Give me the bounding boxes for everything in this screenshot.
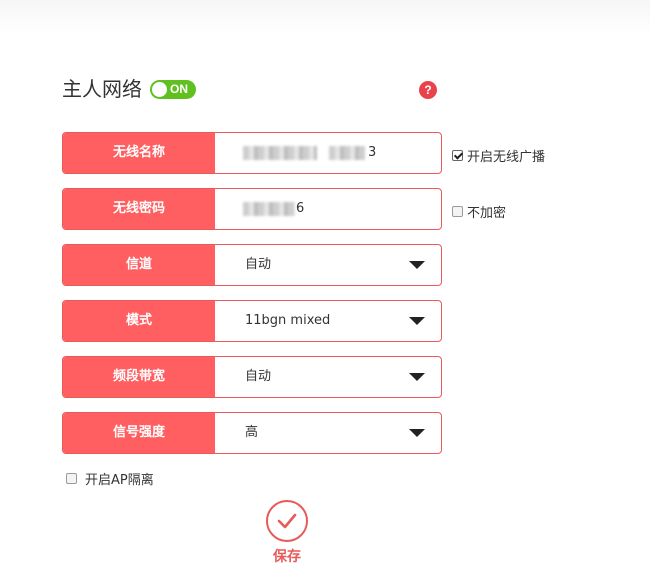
save-label: 保存: [273, 549, 301, 565]
signal-strength-label: 信号强度: [63, 413, 215, 453]
mode-label: 模式: [63, 301, 215, 341]
no-encryption-checkbox[interactable]: [452, 206, 463, 217]
broadcast-checkbox[interactable]: [452, 150, 463, 161]
toggle-label: ON: [170, 82, 188, 96]
channel-value: 自动: [245, 257, 272, 272]
password-value-tail: 6: [296, 201, 305, 216]
toggle-knob: [152, 82, 167, 97]
password-redacted-text: [243, 202, 295, 216]
mode-value: 11bgn mixed: [245, 313, 331, 328]
broadcast-option[interactable]: 开启无线广播: [452, 146, 545, 165]
bandwidth-value: 自动: [245, 369, 272, 384]
mode-select[interactable]: 模式 11bgn mixed: [62, 300, 442, 342]
checkmark-icon: [277, 513, 297, 529]
chevron-down-icon: [409, 317, 425, 325]
chevron-down-icon: [409, 429, 425, 437]
help-icon[interactable]: ?: [419, 81, 437, 99]
signal-strength-select[interactable]: 信号强度 高: [62, 412, 442, 454]
channel-select[interactable]: 信道 自动: [62, 244, 442, 286]
page-title: 主人网络: [62, 77, 142, 101]
signal-strength-value: 高: [245, 425, 259, 440]
chevron-down-icon: [409, 373, 425, 381]
ssid-row: 无线名称 3: [62, 132, 442, 174]
bandwidth-select[interactable]: 频段带宽 自动: [62, 356, 442, 398]
bandwidth-label: 频段带宽: [63, 357, 215, 397]
host-network-toggle[interactable]: ON: [150, 80, 196, 99]
channel-label: 信道: [63, 245, 215, 285]
no-encryption-option[interactable]: 不加密: [452, 202, 506, 221]
ap-isolation-checkbox[interactable]: [66, 473, 77, 484]
ssid-label: 无线名称: [63, 133, 215, 173]
ap-isolation-option[interactable]: 开启AP隔离: [66, 469, 154, 488]
ap-isolation-label: 开启AP隔离: [85, 473, 154, 488]
ssid-redacted-text-2: [329, 146, 365, 160]
no-encryption-label: 不加密: [467, 206, 507, 221]
ssid-redacted-text: [243, 146, 317, 160]
ssid-value-tail: 3: [368, 145, 377, 160]
password-row: 无线密码 6: [62, 188, 442, 230]
broadcast-label: 开启无线广播: [467, 150, 546, 165]
password-label: 无线密码: [63, 189, 215, 229]
save-button[interactable]: [266, 500, 308, 542]
top-banner: [0, 0, 650, 34]
chevron-down-icon: [409, 261, 425, 269]
